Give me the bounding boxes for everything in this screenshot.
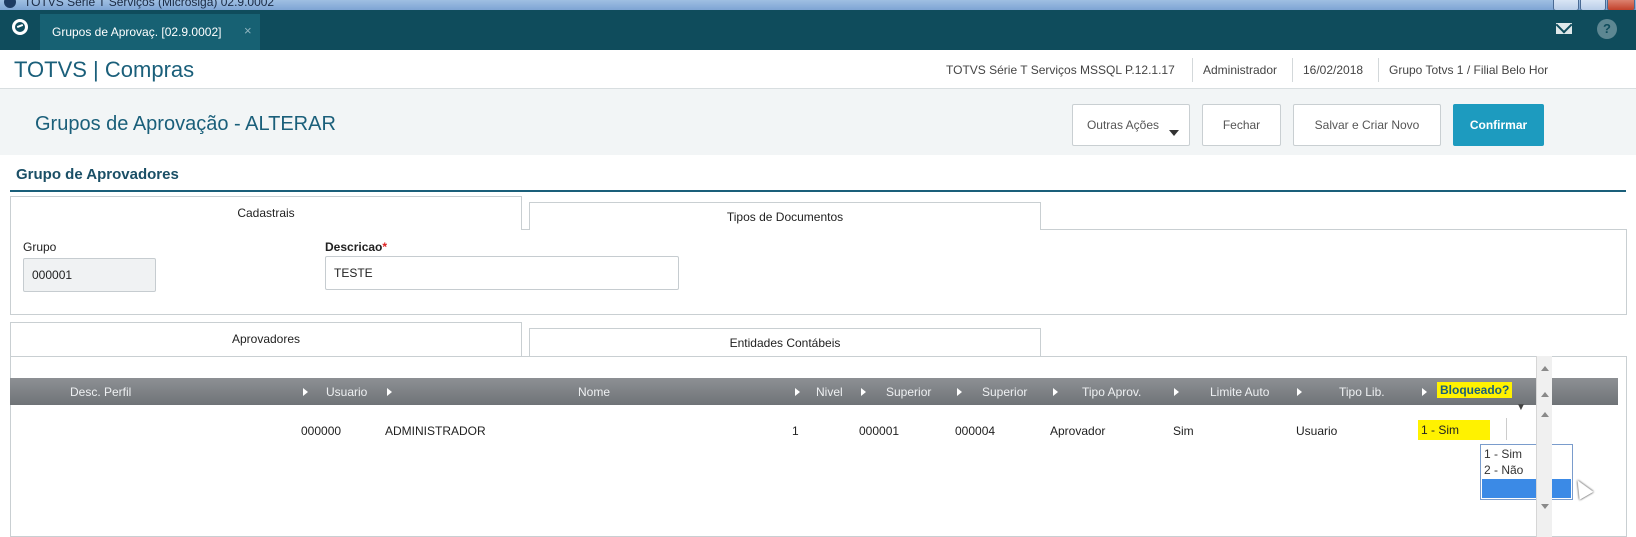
- more-actions-button[interactable]: Outras Ações: [1072, 104, 1190, 146]
- app-header: TOTVS | Compras TOTVS Série T Serviços M…: [0, 50, 1636, 89]
- divider: [1378, 58, 1379, 82]
- save-and-new-button[interactable]: Salvar e Criar Novo: [1293, 104, 1441, 146]
- more-actions-label: Outras Ações: [1086, 118, 1160, 132]
- tab-aprovadores[interactable]: Aprovadores: [10, 322, 522, 356]
- window-title-bar: TOTVS Série T Serviços (Microsiga) 02.9.…: [0, 0, 1636, 10]
- tab-tipos-documentos[interactable]: Tipos de Documentos: [529, 202, 1041, 230]
- section-divider: [10, 190, 1626, 192]
- app-tab-label: Grupos de Aprovaç. [02.9.0002]: [52, 25, 222, 39]
- divider: [1506, 418, 1507, 440]
- descricao-label: Descricao*: [325, 240, 387, 254]
- cadastrais-panel: Grupo 000001 Descricao* TESTE: [10, 229, 1627, 315]
- tab-entidades-contabeis[interactable]: Entidades Contábeis: [529, 328, 1041, 356]
- grid-scrollbar[interactable]: [1536, 386, 1552, 537]
- col-limite-auto[interactable]: Limite Auto: [1210, 385, 1269, 399]
- cell-superior-2[interactable]: 000004: [955, 424, 995, 438]
- option-empty-selected[interactable]: [1482, 479, 1571, 498]
- cell-limite-auto[interactable]: Sim: [1173, 424, 1194, 438]
- header-scrollbar[interactable]: [1536, 356, 1552, 386]
- col-bloqueado[interactable]: Bloqueado?: [1437, 382, 1513, 398]
- cell-superior-1[interactable]: 000001: [859, 424, 899, 438]
- branch-info[interactable]: Grupo Totvs 1 / Filial Belo Hor: [1389, 63, 1548, 77]
- sort-arrow-icon: [1053, 388, 1058, 396]
- col-superior-2[interactable]: Superior: [982, 385, 1027, 399]
- chevron-down-icon: [1169, 130, 1179, 136]
- totvs-logo-icon[interactable]: [12, 19, 28, 35]
- app-tab-bar: Grupos de Aprovaç. [02.9.0002] × ?: [0, 10, 1636, 50]
- envelope-icon[interactable]: [1556, 23, 1572, 34]
- tab-cadastrais[interactable]: Cadastrais: [10, 196, 522, 230]
- col-tipo-aprov[interactable]: Tipo Aprov.: [1082, 385, 1141, 399]
- divider: [1292, 58, 1293, 82]
- sort-arrow-icon: [957, 388, 962, 396]
- option-nao[interactable]: 2 - Não: [1484, 463, 1523, 477]
- col-superior-1[interactable]: Superior: [886, 385, 931, 399]
- bloqueado-value: 1 - Sim: [1421, 423, 1460, 437]
- cell-usuario[interactable]: 000000: [301, 424, 341, 438]
- bloqueado-select[interactable]: 1 - Sim: [1418, 420, 1490, 440]
- environment-info: TOTVS Série T Serviços MSSQL P.12.1.17: [946, 63, 1175, 77]
- bloqueado-dropdown[interactable]: 1 - Sim 2 - Não: [1480, 444, 1573, 500]
- sort-arrow-icon: [387, 388, 392, 396]
- col-nivel[interactable]: Nivel: [816, 385, 843, 399]
- scroll-up-icon[interactable]: [1541, 392, 1549, 397]
- scroll-up-icon[interactable]: [1541, 412, 1549, 417]
- sort-arrow-icon: [1297, 388, 1302, 396]
- confirm-button[interactable]: Confirmar: [1453, 104, 1544, 146]
- app-window-icon: [4, 0, 16, 8]
- help-icon[interactable]: ?: [1597, 19, 1617, 39]
- col-nome[interactable]: Nome: [578, 385, 610, 399]
- page-title: Grupos de Aprovação - ALTERAR: [35, 113, 336, 135]
- divider: [1192, 58, 1193, 82]
- sort-arrow-icon: [1422, 388, 1427, 396]
- grupo-field[interactable]: 000001: [23, 258, 156, 292]
- close-tab-icon[interactable]: ×: [244, 23, 252, 38]
- descricao-field[interactable]: TESTE: [325, 256, 679, 290]
- option-sim[interactable]: 1 - Sim: [1484, 447, 1522, 461]
- date-info[interactable]: 16/02/2018: [1303, 63, 1363, 77]
- user-info[interactable]: Administrador: [1203, 63, 1277, 77]
- close-window-button[interactable]: [1607, 0, 1635, 10]
- col-desc-perfil[interactable]: Desc. Perfil: [70, 385, 131, 399]
- col-usuario[interactable]: Usuario: [326, 385, 367, 399]
- grupo-label: Grupo: [23, 240, 57, 254]
- col-tipo-lib[interactable]: Tipo Lib.: [1339, 385, 1385, 399]
- scroll-down-icon[interactable]: [1541, 504, 1549, 509]
- app-tab-grupos-aprovacao[interactable]: Grupos de Aprovaç. [02.9.0002] ×: [40, 14, 260, 50]
- maximize-window-button[interactable]: [1580, 0, 1606, 10]
- descricao-label-text: Descricao: [325, 240, 383, 254]
- action-bar: Grupos de Aprovação - ALTERAR Outras Açõ…: [0, 89, 1636, 155]
- scroll-up-icon[interactable]: [1541, 366, 1549, 371]
- cell-nivel[interactable]: 1: [792, 424, 799, 438]
- window-title: TOTVS Série T Serviços (Microsiga) 02.9.…: [24, 0, 275, 9]
- col-bloqueado-label: Bloqueado?: [1437, 382, 1513, 398]
- sort-arrow-icon: [861, 388, 866, 396]
- minimize-window-button[interactable]: [1553, 0, 1579, 10]
- sort-arrow-icon: [303, 388, 308, 396]
- sort-arrow-icon: [795, 388, 800, 396]
- close-button[interactable]: Fechar: [1202, 104, 1281, 146]
- chevron-down-icon[interactable]: ▼: [1516, 402, 1526, 413]
- cell-tipo-lib[interactable]: Usuario: [1296, 424, 1337, 438]
- app-brand: TOTVS | Compras: [14, 57, 195, 82]
- section-title: Grupo de Aprovadores: [16, 166, 179, 183]
- cell-tipo-aprov[interactable]: Aprovador: [1050, 424, 1105, 438]
- required-marker: *: [382, 240, 388, 254]
- cell-nome[interactable]: ADMINISTRADOR: [385, 424, 486, 438]
- grid-header: Desc. Perfil Usuario Nome Nivel Superior…: [10, 378, 1618, 405]
- sort-arrow-icon: [1174, 388, 1179, 396]
